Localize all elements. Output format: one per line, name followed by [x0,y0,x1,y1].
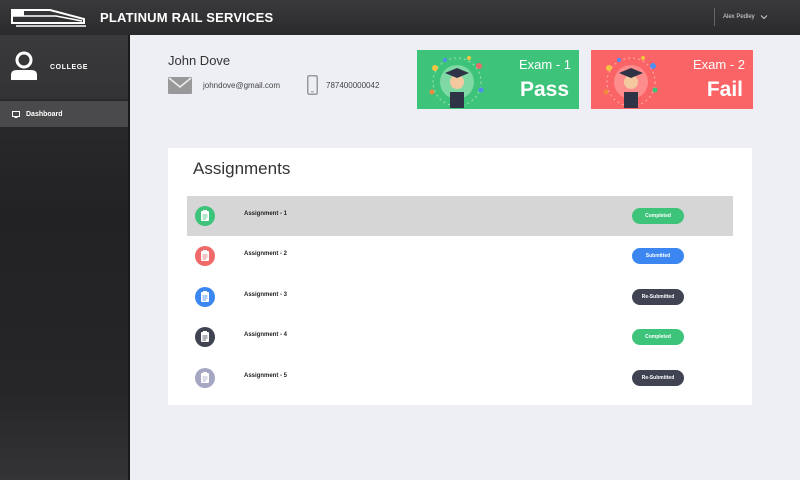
exam-2-card[interactable]: Exam - 2 Fail [591,50,753,109]
assignment-label: Assignment - 4 [244,332,288,338]
train-logo-icon[interactable] [10,6,88,28]
profile-name: John Dove [168,53,231,68]
sidebar-item-dashboard[interactable]: Dashboard [0,101,128,127]
assignment-label: Assignment - 3 [244,292,288,298]
clipboard-icon [195,206,215,226]
assignments-title: Assignments [193,159,291,178]
assignment-row[interactable]: Assignment - 5 Re-Submitted [187,358,733,398]
assignment-label: Assignment - 5 [244,373,288,379]
profile-phone: 787400000042 [326,81,380,90]
clipboard-icon [195,327,215,347]
status-badge[interactable]: Re-Submitted [632,289,684,305]
profile-email: johndove@gmail.com [203,81,281,90]
sidebar: COLLEGE Dashboard [0,35,130,480]
user-menu[interactable]: Alex Pedley [714,8,768,26]
monitor-icon [12,110,20,118]
chevron-down-icon [760,15,768,20]
assignment-label: Assignment - 1 [244,211,288,217]
assignment-row[interactable]: Assignment - 3 Re-Submitted [187,277,733,317]
exam-result: Fail [706,78,743,101]
exam-label: Exam - 2 [692,57,745,72]
sidebar-item-label: Dashboard [26,110,63,118]
assignment-row[interactable]: Assignment - 1 Completed [187,196,733,236]
status-badge[interactable]: Re-Submitted [632,370,684,386]
mail-icon [168,77,192,94]
user-avatar-icon [11,51,37,80]
status-badge[interactable]: Completed [632,329,684,345]
user-name: Alex Pedley [723,14,755,20]
exam-result: Pass [519,78,569,101]
brand-name: PLATINUM RAIL SERVICES [100,10,274,25]
exam-1-card[interactable]: Exam - 1 Pass [417,50,579,109]
assignment-label: Assignment - 2 [244,251,288,257]
assignment-row[interactable]: Assignment - 2 Submitted [187,236,733,276]
exam-label: Exam - 1 [518,57,571,72]
top-bar: PLATINUM RAIL SERVICES Alex Pedley [0,0,800,35]
status-badge[interactable]: Completed [632,208,684,224]
assignments-panel: Assignments Assignment - 1 Completed Ass… [168,148,752,405]
status-badge[interactable]: Submitted [632,248,684,264]
assignment-row[interactable]: Assignment - 4 Completed [187,317,733,357]
graduate-icon [429,56,484,108]
sidebar-header: COLLEGE [0,35,128,99]
phone-icon [307,75,318,95]
clipboard-icon [195,287,215,307]
graduate-icon [603,56,658,108]
clipboard-icon [195,246,215,266]
sidebar-title: COLLEGE [50,64,89,71]
clipboard-icon [195,368,215,388]
